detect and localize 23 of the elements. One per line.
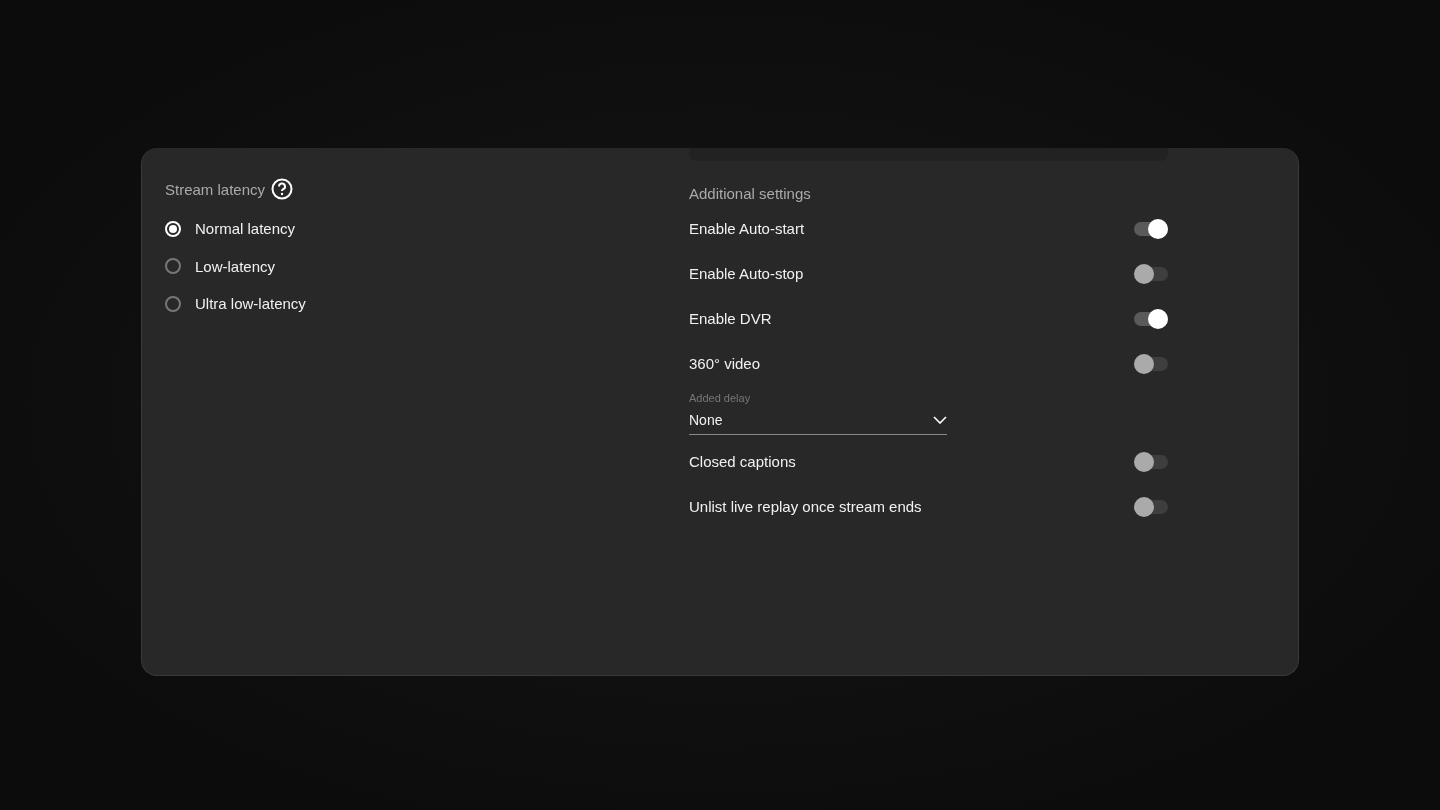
radio-label: Low-latency	[195, 257, 276, 275]
setting-label: Unlist live replay once stream ends	[689, 498, 922, 515]
setting-label: Enable DVR	[689, 310, 772, 327]
chevron-down-icon	[933, 416, 947, 424]
radio-button[interactable]	[165, 295, 181, 312]
section-title: Stream latency	[165, 180, 266, 198]
delay-dropdown[interactable]: None	[689, 412, 947, 435]
radio-label: Ultra low-latency	[195, 295, 306, 313]
radio-label: Normal latency	[195, 220, 296, 238]
radio-button[interactable]	[165, 258, 181, 275]
toggle-switch[interactable]	[1134, 454, 1168, 469]
toggle-switch[interactable]	[1134, 266, 1168, 281]
setting-label: Closed captions	[689, 453, 796, 470]
field-label: Added delay	[689, 392, 752, 404]
toggle-switch[interactable]	[1134, 311, 1168, 326]
setting-label: Enable Auto-stop	[689, 265, 804, 282]
help-icon[interactable]	[271, 178, 294, 200]
toggle-switch[interactable]	[1134, 356, 1168, 371]
setting-label: Enable Auto-start	[689, 220, 805, 237]
setting-label: 360° video	[689, 355, 761, 372]
section-title: Additional settings	[689, 185, 811, 202]
toggle-switch[interactable]	[1134, 221, 1168, 236]
toggle-switch[interactable]	[1134, 499, 1168, 514]
